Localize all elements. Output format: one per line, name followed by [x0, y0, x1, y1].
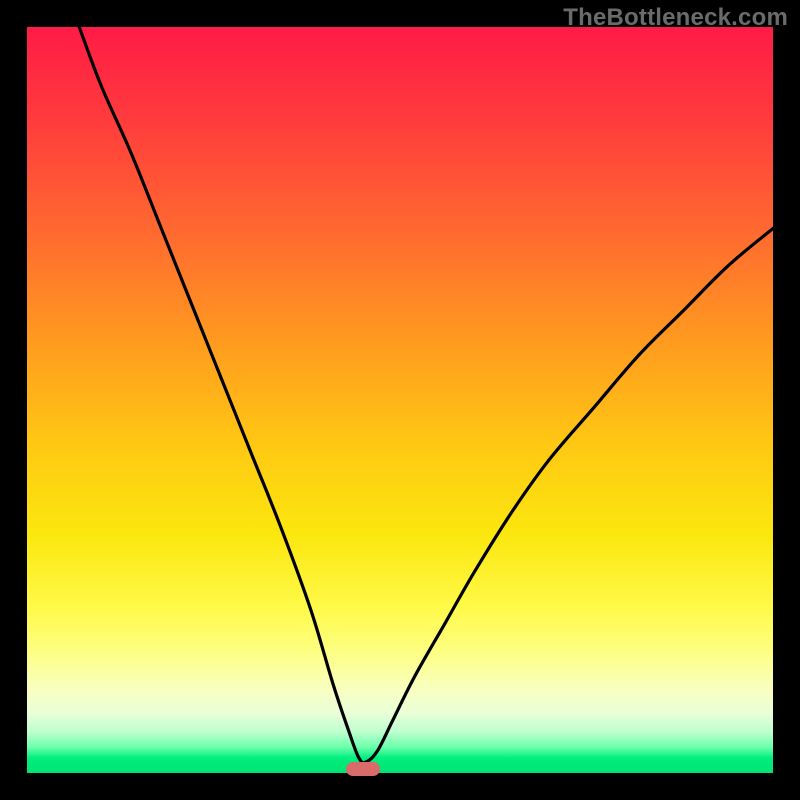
curve-svg [27, 27, 773, 773]
watermark-text: TheBottleneck.com [563, 4, 788, 32]
min-marker [346, 762, 380, 776]
plot-area [27, 27, 773, 773]
chart-frame: TheBottleneck.com [0, 0, 800, 800]
bottleneck-curve [79, 27, 773, 763]
